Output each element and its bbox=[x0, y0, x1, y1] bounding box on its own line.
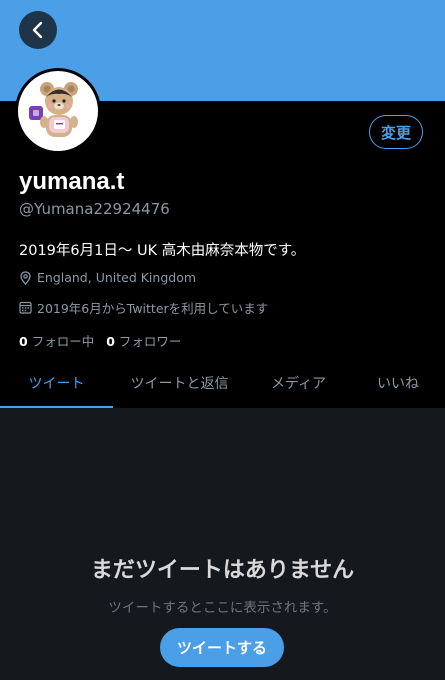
tab-media[interactable]: メディア bbox=[246, 357, 351, 408]
profile-tabs: ツイート ツイートと返信 メディア いいね bbox=[0, 357, 445, 409]
location-row: England, United Kingdom bbox=[19, 270, 196, 285]
location-pin-icon bbox=[19, 270, 32, 285]
tab-tweets[interactable]: ツイート bbox=[0, 357, 113, 409]
tab-likes[interactable]: いいね bbox=[351, 357, 445, 408]
edit-profile-button[interactable]: 変更 bbox=[369, 115, 423, 149]
chevron-left-icon bbox=[32, 21, 43, 39]
following-count: 0 bbox=[19, 334, 28, 349]
location-text: England, United Kingdom bbox=[37, 270, 197, 285]
following-link[interactable]: 0 フォロー中 bbox=[19, 331, 94, 350]
profile-bio: 2019年6月1日〜 UK 高木由麻奈本物です。 bbox=[19, 243, 306, 259]
back-button[interactable] bbox=[19, 11, 57, 49]
follow-stats: 0 フォロー中 0 フォロワー bbox=[19, 331, 193, 350]
followers-label: フォロワー bbox=[118, 334, 182, 349]
following-label: フォロー中 bbox=[31, 334, 95, 349]
joined-row: 2019年6月からTwitterを利用しています bbox=[19, 298, 268, 317]
calendar-icon bbox=[19, 301, 32, 314]
followers-link[interactable]: 0 フォロワー bbox=[106, 331, 181, 350]
tweet-button[interactable]: ツイートする bbox=[160, 628, 284, 667]
empty-state-subtitle: ツイートするとここに表示されます。 bbox=[108, 600, 337, 616]
followers-count: 0 bbox=[106, 334, 115, 349]
joined-text: 2019年6月からTwitterを利用しています bbox=[37, 301, 269, 316]
avatar[interactable] bbox=[15, 68, 101, 154]
tab-tweets-and-replies[interactable]: ツイートと返信 bbox=[113, 357, 246, 408]
display-name: yumana.t bbox=[19, 168, 125, 195]
bear-avatar-icon bbox=[29, 82, 78, 137]
user-handle: @Yumana22924476 bbox=[19, 200, 170, 218]
profile-page: 変更 yumana.t @Yumana22924476 2019年6月1日〜 U… bbox=[0, 0, 445, 680]
empty-state-title: まだツイートはありません bbox=[90, 558, 355, 583]
